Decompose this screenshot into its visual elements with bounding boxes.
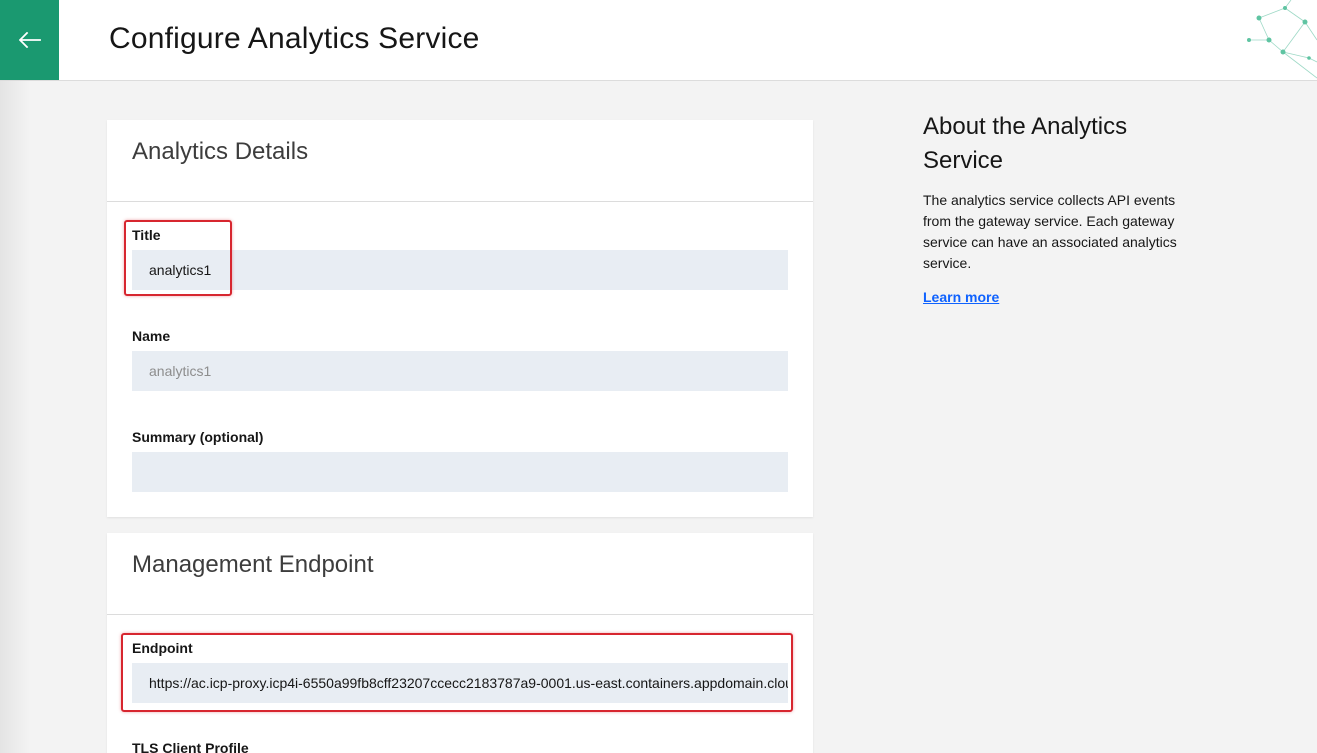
left-gutter [0,81,30,753]
card-header: Management Endpoint [107,533,813,615]
management-endpoint-card: Management Endpoint Endpoint https://ac.… [107,533,813,753]
summary-input[interactable] [132,452,788,492]
back-button[interactable] [0,0,59,80]
page-title: Configure Analytics Service [109,22,480,55]
endpoint-label: Endpoint [132,640,193,656]
tls-client-profile-label: TLS Client Profile [132,740,249,753]
arrow-left-icon [18,32,41,48]
summary-label: Summary (optional) [132,429,264,445]
endpoint-input[interactable]: https://ac.icp-proxy.icp4i-6550a99fb8cff… [132,663,788,703]
name-input: analytics1 [132,351,788,391]
section-title: Analytics Details [132,138,309,165]
about-title: About the Analytics Service [923,113,1128,174]
card-header: Analytics Details [107,120,813,202]
network-graphic-icon [1247,0,1317,79]
title-input[interactable]: analytics1 [132,250,788,290]
analytics-details-card: Analytics Details Title analytics1 Name … [107,120,813,517]
page-header: Configure Analytics Service [0,0,1317,81]
name-label: Name [132,328,171,344]
title-label: Title [132,227,161,243]
section-title: Management Endpoint [132,551,374,578]
about-description: The analytics service collects API event… [923,192,1177,271]
learn-more-link[interactable]: Learn more [923,289,999,305]
